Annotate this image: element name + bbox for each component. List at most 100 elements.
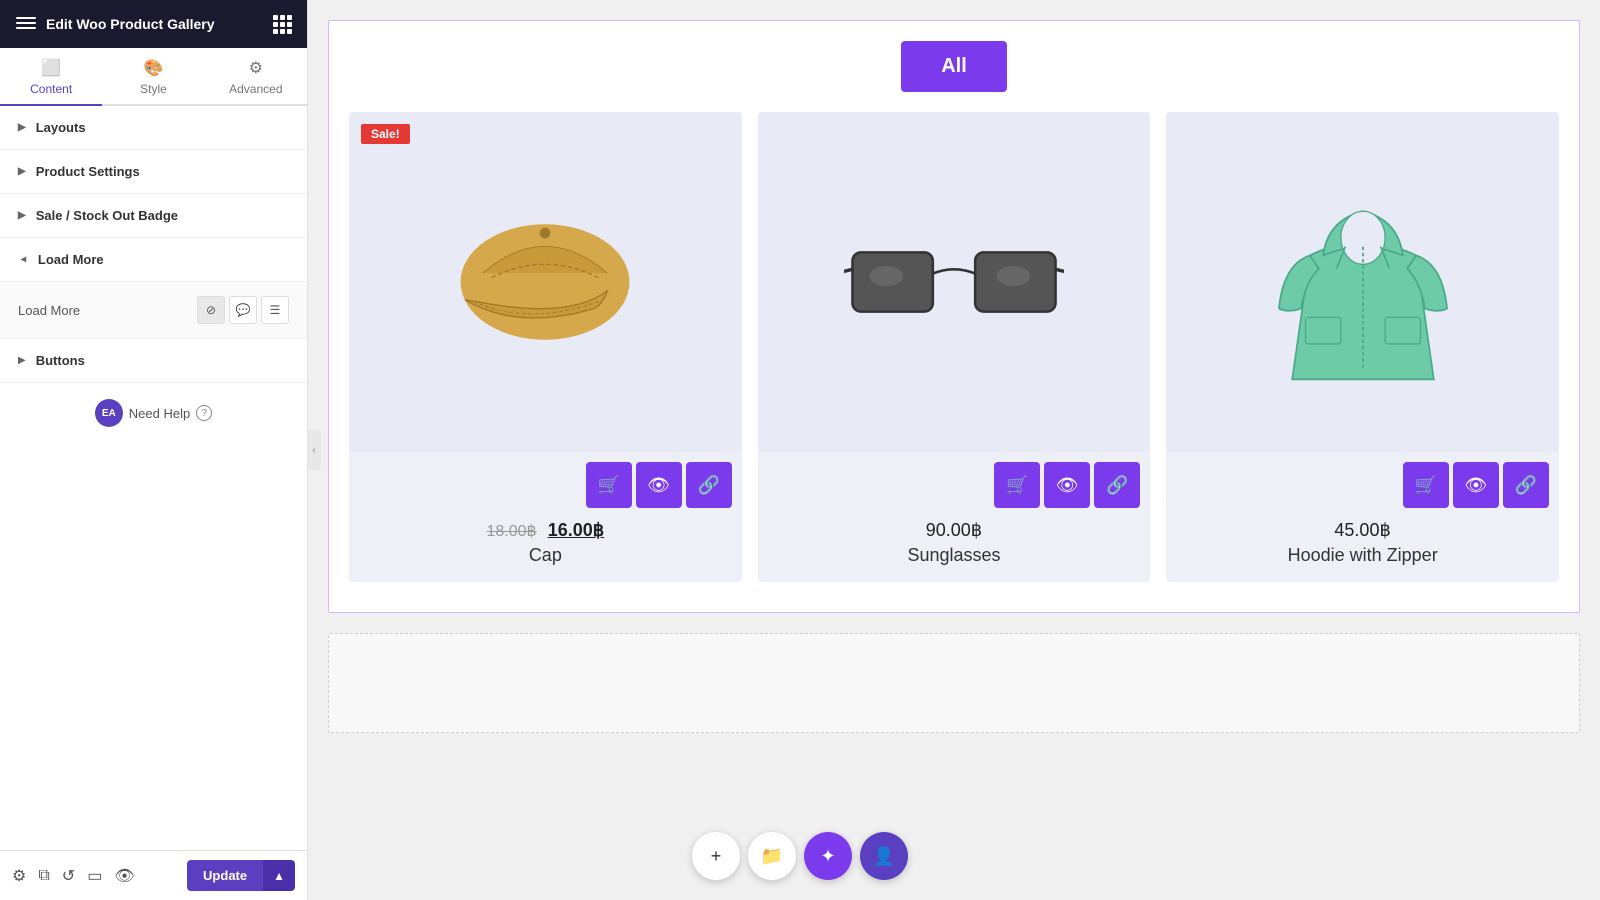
load-more-field-label: Load More (18, 303, 80, 318)
view-btn-sunglasses[interactable]: 👁 (1044, 462, 1090, 508)
product-img-hoodie (1166, 112, 1559, 452)
ea-badge: EA (95, 399, 123, 427)
section-layouts-label: Layouts (36, 120, 86, 135)
footer-icons: ⚙ ⧉ ↺ ▭ 👁 (12, 866, 135, 886)
product-info-hoodie: 45.00฿ Hoodie with Zipper (1166, 516, 1559, 582)
section-layouts[interactable]: Layouts (0, 106, 307, 150)
link-btn-sunglasses[interactable]: 🔗 (1094, 462, 1140, 508)
collapse-handle[interactable]: ‹ (307, 430, 321, 470)
apps-icon[interactable] (273, 15, 291, 34)
history-icon[interactable]: ↺ (62, 866, 75, 886)
cap-image (445, 202, 645, 362)
product-img-cap: Sale! (349, 112, 742, 452)
section-buttons[interactable]: ▶ Buttons (0, 339, 307, 383)
panel-title: Edit Woo Product Gallery (46, 16, 215, 32)
product-card-cap: Sale! (349, 112, 742, 582)
empty-section (328, 633, 1580, 733)
need-help-text: Need Help (129, 406, 190, 421)
panel-body: Layouts Product Settings Sale / Stock Ou… (0, 106, 307, 900)
product-price-cap: 18.00฿ 16.00฿ (361, 520, 730, 541)
product-name-sunglasses: Sunglasses (770, 545, 1139, 566)
load-more-message-ctrl[interactable]: 💬 (229, 296, 257, 324)
help-icon[interactable]: ? (196, 405, 212, 421)
product-name-hoodie: Hoodie with Zipper (1178, 545, 1547, 566)
panel-tabs: ⬜ Content 🎨 Style ⚙ Advanced (0, 48, 307, 106)
panel-footer: ⚙ ⧉ ↺ ▭ 👁 Update ▲ (0, 850, 307, 900)
product-card-hoodie: 🛒 👁 🔗 45.00฿ Hoodie with Zipper (1166, 112, 1559, 582)
sale-price-cap: 16.00฿ (548, 520, 605, 540)
tab-advanced-label: Advanced (229, 82, 282, 96)
tab-advanced[interactable]: ⚙ Advanced (205, 48, 307, 106)
product-actions-hoodie: 🛒 👁 🔗 (1166, 452, 1559, 516)
load-more-row: Load More ⊘ 💬 ☰ (18, 296, 289, 324)
section-product-settings[interactable]: Product Settings (0, 150, 307, 194)
sale-badge-arrow (18, 210, 26, 221)
bottom-toolbar: + 📁 ✦ 👤 (692, 832, 908, 880)
toolbar-folder-button[interactable]: 📁 (748, 832, 796, 880)
link-btn-hoodie[interactable]: 🔗 (1503, 462, 1549, 508)
products-grid: Sale! (349, 112, 1559, 582)
buttons-arrow: ▶ (18, 355, 26, 366)
view-btn-cap[interactable]: 👁 (636, 462, 682, 508)
left-panel: Edit Woo Product Gallery ⬜ Content 🎨 Sty… (0, 0, 308, 900)
hoodie-image (1268, 167, 1458, 397)
canvas-content: All Sale! (308, 0, 1600, 900)
sunglasses-image (844, 222, 1064, 342)
eye-icon[interactable]: 👁 (114, 866, 134, 886)
settings-icon[interactable]: ⚙ (12, 866, 26, 886)
need-help-row: EA Need Help ? (0, 383, 307, 443)
load-more-controls: ⊘ 💬 ☰ (197, 296, 289, 324)
layers-icon[interactable]: ⧉ (38, 867, 49, 885)
panel-header-left: Edit Woo Product Gallery (16, 16, 215, 32)
cart-btn-cap[interactable]: 🛒 (586, 462, 632, 508)
price-hoodie: 45.00฿ (1334, 520, 1391, 540)
tab-style[interactable]: 🎨 Style (102, 48, 204, 106)
link-btn-cap[interactable]: 🔗 (686, 462, 732, 508)
section-product-settings-label: Product Settings (36, 164, 140, 179)
panel-header: Edit Woo Product Gallery (0, 0, 307, 48)
load-more-block-ctrl[interactable]: ⊘ (197, 296, 225, 324)
layouts-arrow (18, 122, 26, 133)
tab-style-label: Style (140, 82, 167, 96)
original-price-cap: 18.00฿ (486, 523, 536, 540)
section-sale-badge-label: Sale / Stock Out Badge (36, 208, 178, 223)
load-more-list-ctrl[interactable]: ☰ (261, 296, 289, 324)
section-sale-badge[interactable]: Sale / Stock Out Badge (0, 194, 307, 238)
sale-badge-cap: Sale! (361, 124, 410, 144)
hamburger-icon[interactable] (16, 17, 36, 31)
advanced-tab-icon: ⚙ (249, 58, 263, 78)
product-img-sunglasses (758, 112, 1151, 452)
load-more-content: Load More ⊘ 💬 ☰ (0, 282, 307, 339)
widget-area: All Sale! (328, 20, 1580, 613)
style-tab-icon: 🎨 (144, 58, 164, 78)
product-info-sunglasses: 90.00฿ Sunglasses (758, 516, 1151, 582)
toolbar-magic-button[interactable]: ✦ (804, 832, 852, 880)
product-info-cap: 18.00฿ 16.00฿ Cap (349, 516, 742, 582)
update-group: Update ▲ (187, 860, 295, 891)
product-actions-cap: 🛒 👁 🔗 (349, 452, 742, 516)
price-sunglasses: 90.00฿ (926, 520, 983, 540)
tab-content-label: Content (30, 82, 72, 96)
content-tab-icon: ⬜ (41, 58, 61, 78)
product-name-cap: Cap (361, 545, 730, 566)
cart-btn-sunglasses[interactable]: 🛒 (994, 462, 1040, 508)
filter-all-button[interactable]: All (901, 41, 1007, 92)
product-settings-arrow (18, 166, 26, 177)
update-arrow-button[interactable]: ▲ (263, 860, 295, 891)
toolbar-avatar-button[interactable]: 👤 (860, 832, 908, 880)
section-buttons-label: Buttons (36, 353, 85, 368)
product-actions-sunglasses: 🛒 👁 🔗 (758, 452, 1151, 516)
cart-btn-hoodie[interactable]: 🛒 (1403, 462, 1449, 508)
update-button[interactable]: Update (187, 860, 263, 891)
product-price-hoodie: 45.00฿ (1178, 520, 1547, 541)
view-btn-hoodie[interactable]: 👁 (1453, 462, 1499, 508)
responsive-icon[interactable]: ▭ (87, 866, 102, 886)
main-canvas: All Sale! (308, 0, 1600, 900)
tab-content[interactable]: ⬜ Content (0, 48, 102, 106)
section-load-more[interactable]: Load More (0, 238, 307, 282)
load-more-arrow (17, 255, 28, 265)
toolbar-add-button[interactable]: + (692, 832, 740, 880)
section-load-more-label: Load More (38, 252, 104, 267)
product-card-sunglasses: 🛒 👁 🔗 90.00฿ Sunglasses (758, 112, 1151, 582)
filter-row: All (349, 41, 1559, 92)
